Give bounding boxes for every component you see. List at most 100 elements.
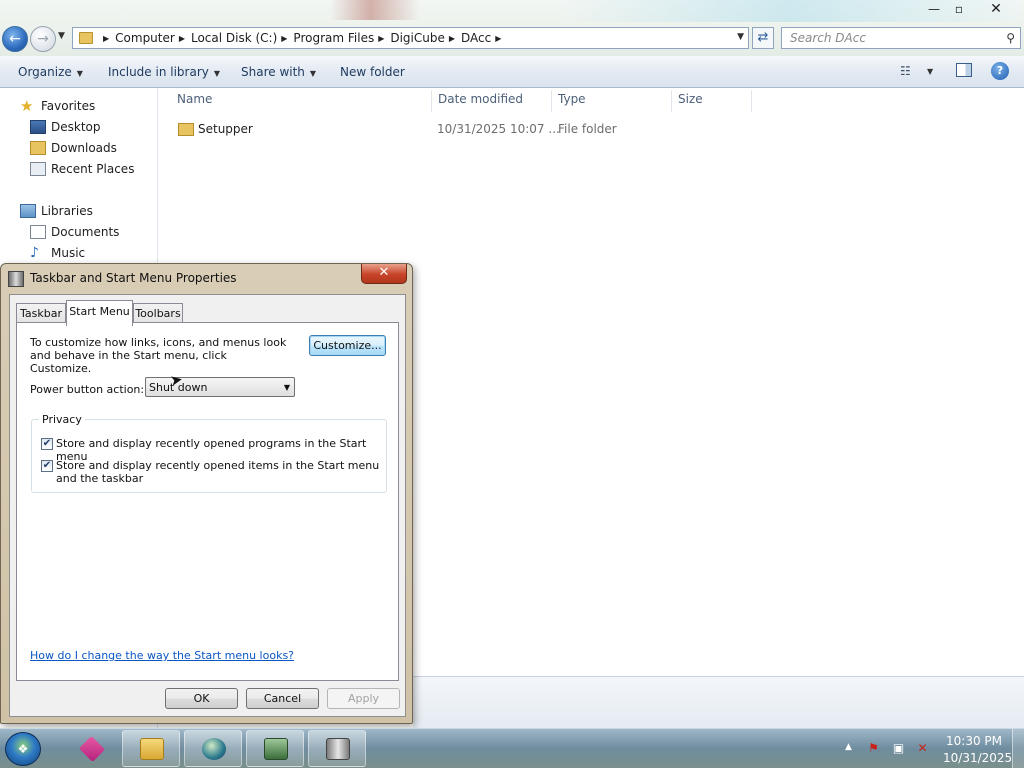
chevron-right-icon[interactable]: ▶ [378,34,384,43]
back-button[interactable]: ← [2,26,28,52]
documents-icon [30,225,46,239]
power-button-label: Power button action: [30,383,145,396]
privacy-items-option[interactable]: ✔ Store and display recently opened item… [41,459,381,485]
nav-recent-places[interactable]: Recent Places [30,162,134,176]
breadcrumb-dacc[interactable]: DAcc [461,31,491,45]
star-icon: ★ [20,97,34,115]
file-row[interactable]: Setupper 10/31/2025 10:07 ... File folde… [170,118,755,140]
taskbar-item-app[interactable] [246,730,304,767]
customize-button[interactable]: Customize... [309,335,386,356]
recent-pages-dropdown-icon[interactable]: ▼ [58,31,65,41]
refresh-icon: ⇄ [757,30,769,45]
folder-icon [79,32,93,44]
dialog-close-button[interactable]: ✕ [361,264,407,284]
nav-favorites[interactable]: ★ Favorites [20,97,95,115]
apply-button[interactable]: Apply [327,688,400,709]
chevron-down-icon: ▼ [76,69,83,78]
organize-menu[interactable]: Organize ▼ [18,65,83,79]
help-icon[interactable]: ? [991,62,1009,80]
chevron-right-icon[interactable]: ▶ [179,34,185,43]
minimize-button[interactable]: — [922,0,946,18]
chevron-right-icon[interactable]: ▶ [449,34,455,43]
chevron-down-icon[interactable]: ▼ [927,67,933,76]
new-folder-button[interactable]: New folder [340,65,405,79]
taskbar-item-cube-app[interactable] [62,730,120,767]
column-header-size[interactable]: Size [678,92,703,106]
taskbar-item-globe[interactable] [184,730,242,767]
search-icon[interactable]: ⚲ [1006,31,1015,45]
taskbar: ❖ ▲ ⚑ ▣ ✕ 10:30 PM 10/31/2025 [0,728,1024,768]
nav-desktop[interactable]: Desktop [30,120,101,134]
show-hidden-icons-icon[interactable]: ▲ [845,742,852,752]
nav-libraries[interactable]: Libraries [20,204,93,218]
breadcrumb-program-files[interactable]: Program Files [293,31,374,45]
address-bar[interactable]: ▶ Computer ▶ Local Disk (C:) ▶ Program F… [72,27,749,49]
dialog-title: Taskbar and Start Menu Properties [30,271,237,285]
chevron-down-icon: ▼ [213,69,221,78]
desktop-icon [30,120,46,134]
address-dropdown-icon[interactable]: ▼ [737,32,744,42]
volume-muted-icon[interactable]: ✕ [915,741,930,755]
search-input[interactable] [782,28,992,48]
privacy-programs-checkbox[interactable]: ✔ [41,438,53,450]
taskbar-properties-dialog: Taskbar and Start Menu Properties ✕ Task… [0,263,413,724]
start-menu-tab-panel: To customize how links, icons, and menus… [16,322,399,681]
close-button[interactable]: ✕ [972,0,1020,18]
arrow-left-icon: ← [9,31,21,47]
clock-time[interactable]: 10:30 PM [946,734,1002,748]
chevron-right-icon[interactable]: ▶ [281,34,287,43]
cube-app-icon [78,735,106,763]
windows-start-orb-icon[interactable]: ❖ [5,732,41,766]
breadcrumb-local-disk[interactable]: Local Disk (C:) [191,31,277,45]
server-icon [326,738,350,760]
privacy-legend: Privacy [39,413,85,426]
file-date-modified: 10/31/2025 10:07 ... [437,122,560,136]
breadcrumb-digicube[interactable]: DigiCube [390,31,445,45]
music-icon: ♪ [30,245,39,261]
details-pane [413,676,1024,728]
recent-places-icon [30,162,46,176]
app-window-icon [264,738,288,760]
taskbar-item-server[interactable] [308,730,366,767]
libraries-icon [20,204,36,218]
search-box[interactable]: ⚲ [781,27,1021,49]
tab-start-menu[interactable]: Start Menu [66,300,133,326]
nav-documents[interactable]: Documents [30,225,119,239]
show-desktop-button[interactable] [1012,729,1024,768]
chevron-right-icon[interactable]: ▶ [103,34,109,43]
ok-button[interactable]: OK [165,688,238,709]
privacy-items-checkbox[interactable]: ✔ [41,460,53,472]
column-header-name[interactable]: Name [177,92,212,106]
nav-music[interactable]: ♪ Music [30,246,85,260]
action-center-flag-icon[interactable]: ⚑ [866,741,881,755]
folder-icon [178,123,194,136]
command-bar: Organize ▼ Include in library ▼ Share with… [0,56,1024,88]
taskbar-properties-icon [8,271,24,287]
explorer-titlebar: — ▫ ✕ ← → ▼ ▶ Computer ▶ Local Disk (C:)… [0,0,1024,56]
breadcrumb-computer[interactable]: Computer [115,31,175,45]
taskbar-item-explorer[interactable] [122,730,180,767]
network-icon[interactable]: ▣ [891,741,906,755]
clock-date[interactable]: 10/31/2025 [943,751,1012,765]
column-header-type[interactable]: Type [558,92,586,106]
arrow-right-icon: → [37,31,49,47]
maximize-button[interactable]: ▫ [947,0,971,18]
change-view-icon[interactable]: ☷ [900,64,911,78]
downloads-folder-icon [30,141,46,155]
chevron-right-icon[interactable]: ▶ [495,34,501,43]
globe-icon [202,738,226,760]
power-button-select[interactable]: Shut down ▼ [145,377,295,397]
forward-button[interactable]: → [30,26,56,52]
nav-downloads[interactable]: Downloads [30,141,117,155]
cancel-button[interactable]: Cancel [246,688,319,709]
help-link[interactable]: How do I change the way the Start menu l… [30,649,294,662]
dialog-body: Taskbar Start Menu Toolbars To customize… [9,294,406,717]
include-in-library-menu[interactable]: Include in library ▼ [108,65,220,79]
preview-pane-icon[interactable] [956,63,972,77]
column-header-date-modified[interactable]: Date modified [438,92,523,106]
share-with-menu[interactable]: Share with ▼ [241,65,316,79]
chevron-down-icon: ▼ [309,69,317,78]
file-name: Setupper [198,122,253,136]
folder-icon [140,738,164,760]
refresh-button[interactable]: ⇄ [752,27,774,49]
